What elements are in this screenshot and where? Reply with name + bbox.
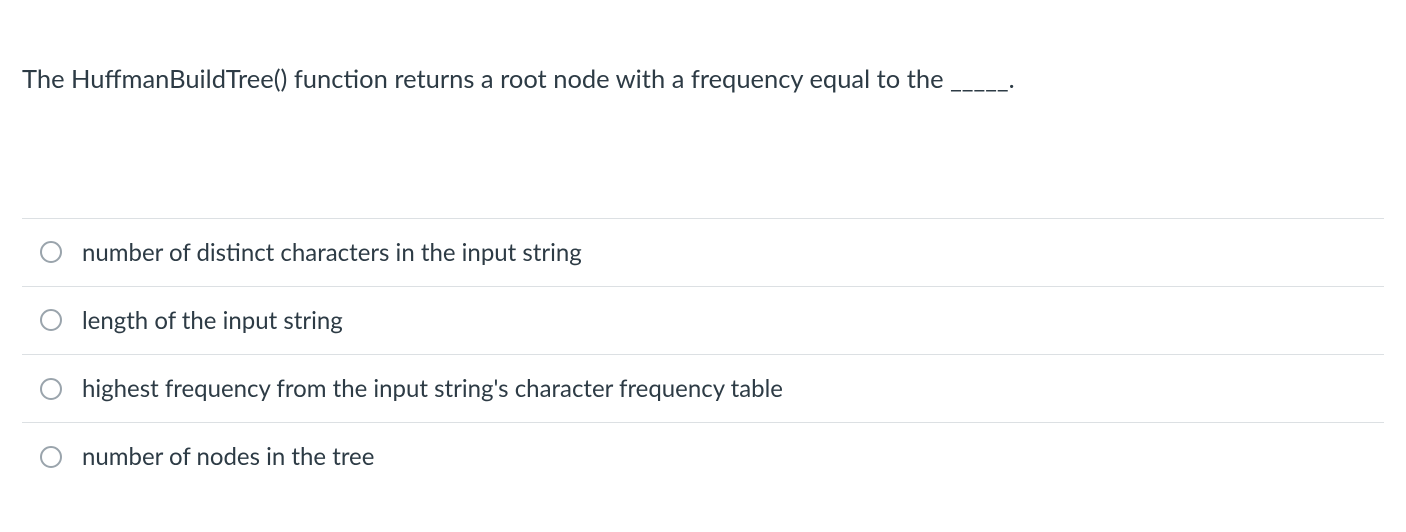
- option-row[interactable]: highest frequency from the input string'…: [22, 355, 1384, 423]
- radio-icon[interactable]: [40, 309, 62, 331]
- options-list: number of distinct characters in the inp…: [22, 218, 1384, 491]
- question-text: The HuffmanBuildTree() function returns …: [22, 62, 1384, 98]
- option-row[interactable]: number of distinct characters in the inp…: [22, 219, 1384, 287]
- option-row[interactable]: number of nodes in the tree: [22, 423, 1384, 490]
- option-label: highest frequency from the input string'…: [82, 373, 783, 404]
- option-row[interactable]: length of the input string: [22, 287, 1384, 355]
- radio-icon[interactable]: [40, 241, 62, 263]
- radio-icon[interactable]: [40, 378, 62, 400]
- option-label: number of nodes in the tree: [82, 441, 374, 472]
- option-label: length of the input string: [82, 305, 343, 336]
- option-label: number of distinct characters in the inp…: [82, 237, 582, 268]
- question-container: The HuffmanBuildTree() function returns …: [0, 0, 1406, 490]
- radio-icon[interactable]: [40, 446, 62, 468]
